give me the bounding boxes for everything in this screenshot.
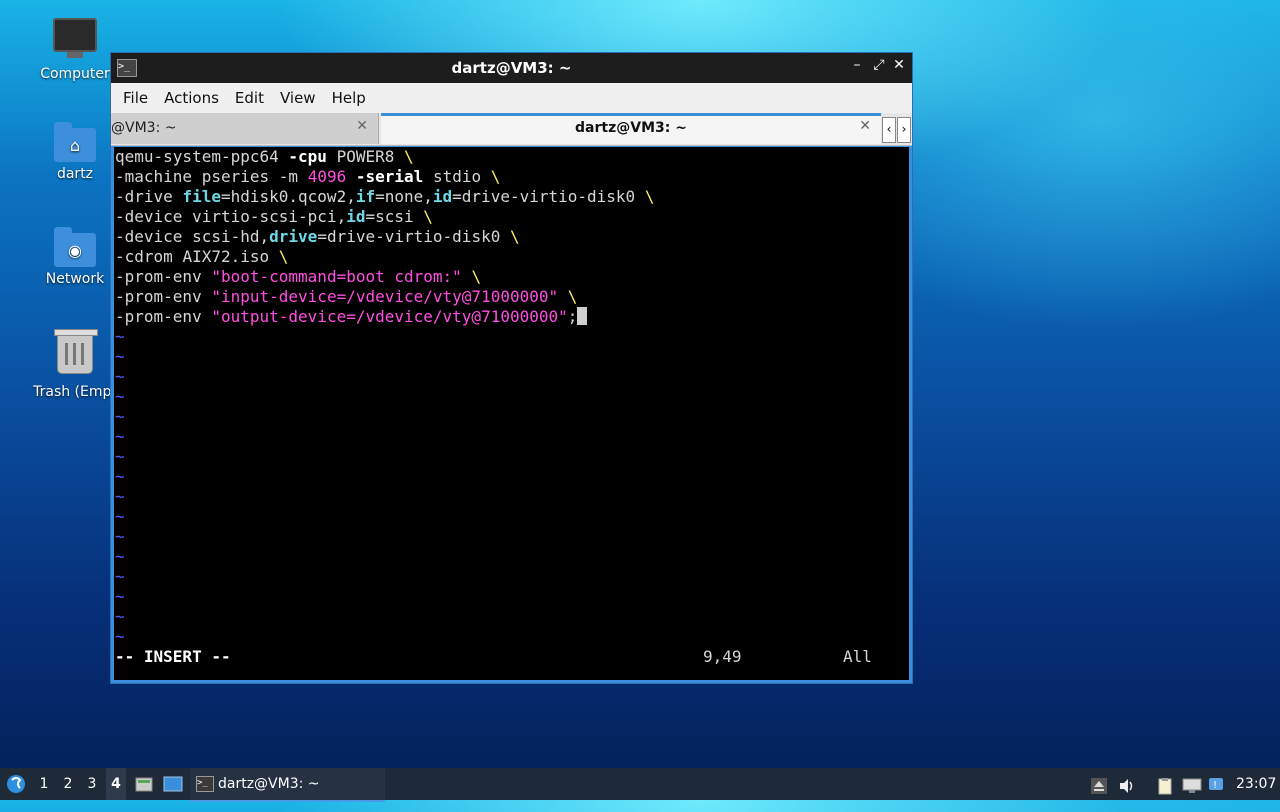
code-line: -cdrom AIX72.iso \ xyxy=(115,247,289,266)
vim-mode-indicator: -- INSERT -- xyxy=(115,647,231,666)
restore-button[interactable]: ⤢ xyxy=(870,57,888,77)
tab-bar: @VM3: ~ ✕ dartz@VM3: ~ ✕ ‹ › xyxy=(111,113,912,146)
terminal-window: >_ dartz@VM3: ~ – ⤢ ✕ File Actions Edit … xyxy=(110,52,913,684)
menu-view[interactable]: View xyxy=(272,89,324,107)
empty-line-tilde: ~ xyxy=(115,507,125,526)
terminal-icon: >_ xyxy=(196,776,214,792)
desktop-icon-label: Computer xyxy=(40,66,110,82)
code-line: -device scsi-hd,drive=drive-virtio-disk0… xyxy=(115,227,520,246)
volume-icon[interactable] xyxy=(1118,775,1136,793)
workspace-2[interactable]: 2 xyxy=(58,768,78,800)
svg-text:!: ! xyxy=(1213,780,1217,791)
code-line: -machine pseries -m 4096 -serial stdio \ xyxy=(115,167,501,186)
eject-icon[interactable] xyxy=(1090,775,1108,794)
menu-edit[interactable]: Edit xyxy=(227,89,272,107)
tab-scroll-left-icon[interactable]: ‹ xyxy=(882,117,896,143)
empty-line-tilde: ~ xyxy=(115,387,125,406)
desktop-icon xyxy=(163,776,183,792)
file-manager-launcher[interactable] xyxy=(134,768,154,800)
desktop-icon-network[interactable]: ◉ Network xyxy=(27,227,123,287)
tab-label: @VM3: ~ xyxy=(111,120,177,136)
code-line: -prom-env "output-device=/vdevice/vty@71… xyxy=(115,307,588,327)
network-folder-icon: ◉ xyxy=(54,227,96,267)
code-line: -prom-env "boot-command=boot cdrom:" \ xyxy=(115,267,482,286)
empty-line-tilde: ~ xyxy=(115,367,125,386)
empty-line-tilde: ~ xyxy=(115,407,125,426)
empty-line-tilde: ~ xyxy=(115,607,125,626)
desktop-icon-dartz[interactable]: ⌂ dartz xyxy=(27,122,123,182)
code-line: -drive file=hdisk0.qcow2,if=none,id=driv… xyxy=(115,187,655,206)
update-notifier-icon[interactable]: ! xyxy=(1208,775,1226,793)
desktop-icon-computer[interactable]: Computer xyxy=(27,18,123,82)
workspace-3[interactable]: 3 xyxy=(82,768,102,800)
show-desktop-button[interactable] xyxy=(162,768,184,800)
window-titlebar[interactable]: >_ dartz@VM3: ~ – ⤢ ✕ xyxy=(111,53,912,83)
tab-scroll-right-icon[interactable]: › xyxy=(897,117,911,143)
empty-line-tilde: ~ xyxy=(115,567,125,586)
home-folder-icon: ⌂ xyxy=(54,122,96,162)
empty-line-tilde: ~ xyxy=(115,487,125,506)
menu-actions[interactable]: Actions xyxy=(156,89,227,107)
tab-label: dartz@VM3: ~ xyxy=(575,120,687,136)
cursor-position: 9,49 xyxy=(703,647,742,666)
empty-line-tilde: ~ xyxy=(115,627,125,646)
file-manager-icon xyxy=(135,777,153,792)
empty-line-tilde: ~ xyxy=(115,587,125,606)
menu-help[interactable]: Help xyxy=(324,89,374,107)
start-menu-button[interactable] xyxy=(4,768,28,800)
empty-line-tilde: ~ xyxy=(115,447,125,466)
text-cursor xyxy=(577,307,588,325)
empty-line-tilde: ~ xyxy=(115,527,125,546)
taskbar: 1 2 3 4 >_ dartz@VM3: ~ ! 23:07 xyxy=(0,768,1280,802)
code-line: -device virtio-scsi-pci,id=scsi \ xyxy=(115,207,433,226)
workspace-1[interactable]: 1 xyxy=(34,768,54,800)
close-button[interactable]: ✕ xyxy=(890,57,908,77)
computer-icon xyxy=(53,18,97,58)
scroll-scope: All xyxy=(843,647,872,666)
desktop-icon-label: dartz xyxy=(56,166,94,182)
empty-line-tilde: ~ xyxy=(115,547,125,566)
taskbar-window-button[interactable]: >_ dartz@VM3: ~ xyxy=(190,768,385,802)
desktop-icon-trash[interactable]: Trash (Empt xyxy=(27,329,123,400)
minimize-button[interactable]: – xyxy=(848,57,866,77)
empty-line-tilde: ~ xyxy=(115,427,125,446)
task-label: dartz@VM3: ~ xyxy=(218,776,320,792)
tab-1[interactable]: @VM3: ~ ✕ xyxy=(111,113,379,144)
code-line: qemu-system-ppc64 -cpu POWER8 \ xyxy=(115,147,414,166)
empty-line-tilde: ~ xyxy=(115,467,125,486)
code-line: -prom-env "input-device=/vdevice/vty@710… xyxy=(115,287,578,306)
tab-close-icon[interactable]: ✕ xyxy=(859,118,871,134)
desktop-icon-label: Network xyxy=(45,271,105,287)
desktop-icon-label: Trash (Empt xyxy=(33,384,117,400)
terminal-area[interactable]: qemu-system-ppc64 -cpu POWER8 \ -machine… xyxy=(114,147,909,680)
workspace-4[interactable]: 4 xyxy=(106,768,126,800)
menu-file[interactable]: File xyxy=(115,89,156,107)
tab-close-icon[interactable]: ✕ xyxy=(356,118,368,134)
empty-line-tilde: ~ xyxy=(115,347,125,366)
network-icon[interactable] xyxy=(1182,775,1202,793)
trash-icon xyxy=(54,329,98,374)
tab-2[interactable]: dartz@VM3: ~ ✕ xyxy=(381,113,881,144)
empty-line-tilde: ~ xyxy=(115,327,125,346)
lxqt-logo-icon xyxy=(7,775,25,793)
menubar: File Actions Edit View Help xyxy=(111,83,912,113)
clipboard-icon[interactable] xyxy=(1156,775,1174,795)
window-title: dartz@VM3: ~ xyxy=(451,59,572,77)
clock[interactable]: 23:07 xyxy=(1236,768,1276,800)
